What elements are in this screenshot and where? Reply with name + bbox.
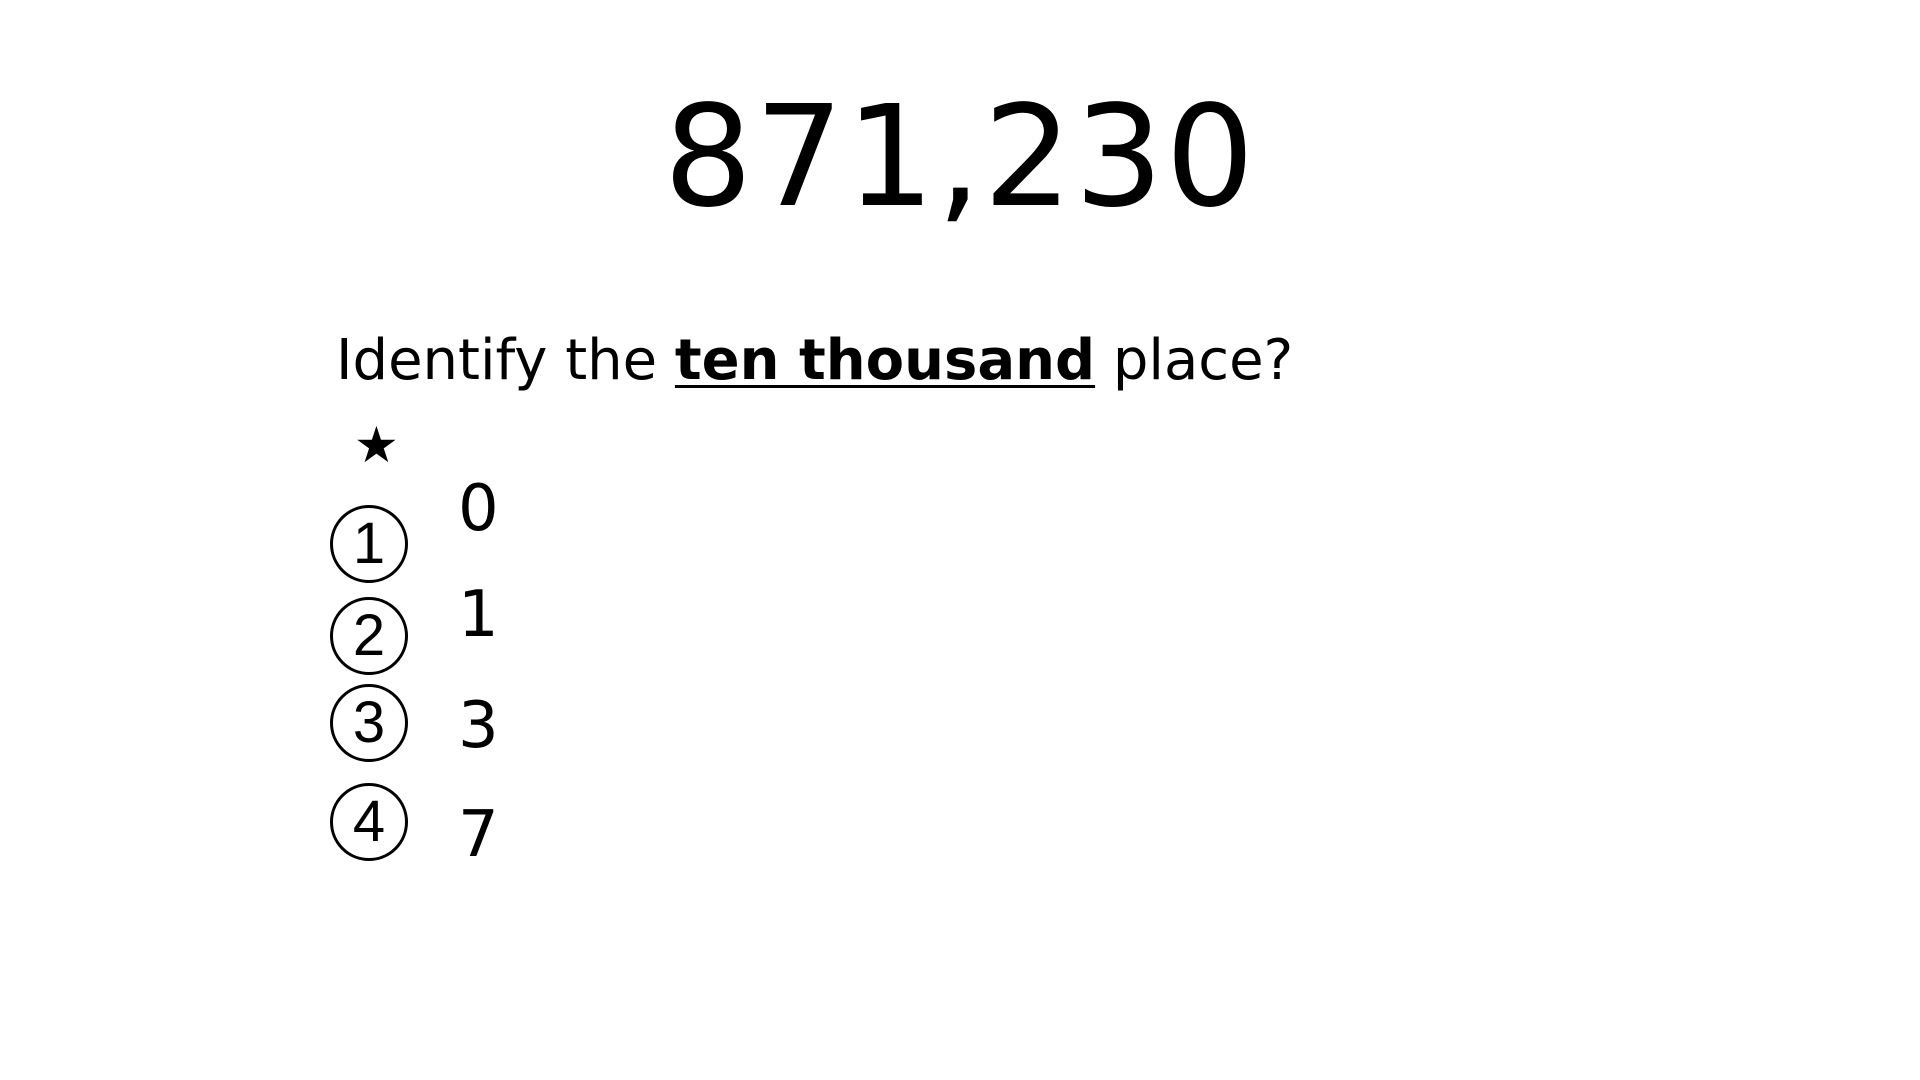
option-number-badge: 4 bbox=[330, 783, 408, 861]
answer-option-4[interactable]: 4 7 bbox=[330, 783, 499, 867]
slide: 871,230 Identify the ten thousand place?… bbox=[0, 0, 1920, 1080]
option-value: 3 bbox=[458, 689, 499, 763]
answer-option-2[interactable]: 2 1 bbox=[330, 583, 499, 675]
target-number: 871,230 bbox=[663, 76, 1257, 239]
question-emphasis: ten thousand bbox=[674, 328, 1096, 393]
option-number-badge: 2 bbox=[330, 597, 408, 675]
option-value: 7 bbox=[458, 798, 499, 872]
question-suffix: place? bbox=[1095, 328, 1294, 393]
star-icon: ★ bbox=[354, 416, 399, 474]
option-value: 1 bbox=[458, 578, 499, 652]
option-value: 0 bbox=[458, 472, 499, 546]
question-text: Identify the ten thousand place? bbox=[336, 330, 1293, 392]
option-number-badge: 1 bbox=[330, 505, 408, 583]
question-prefix: Identify the bbox=[336, 328, 675, 393]
answer-option-3[interactable]: 3 3 bbox=[330, 684, 499, 762]
option-number-badge: 3 bbox=[330, 684, 408, 762]
answer-option-1[interactable]: 1 0 bbox=[330, 477, 499, 583]
